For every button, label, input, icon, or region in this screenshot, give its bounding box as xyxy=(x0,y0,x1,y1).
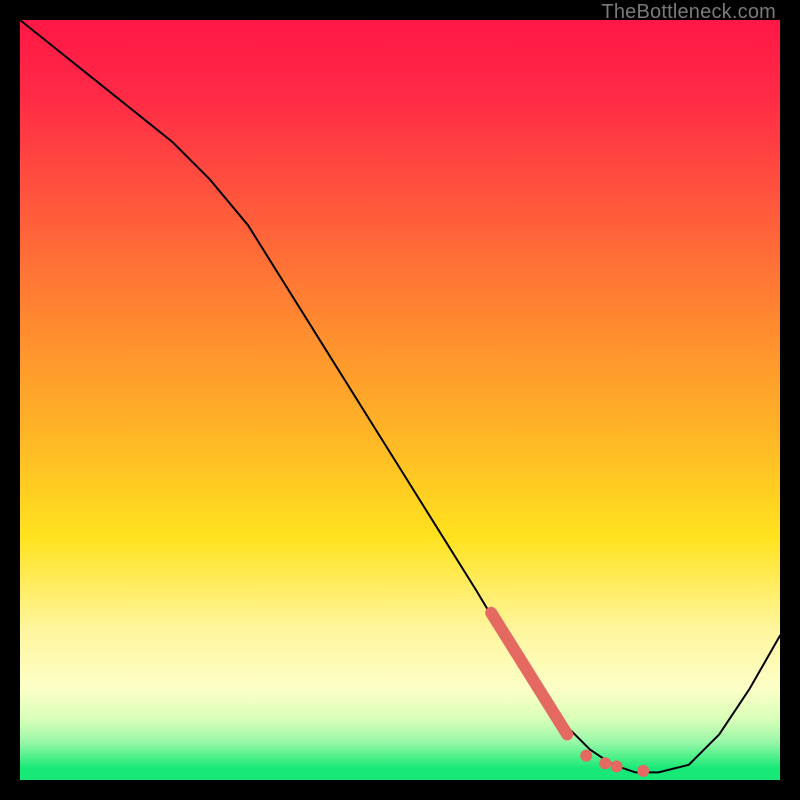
highlight-dots xyxy=(580,750,649,777)
chart-frame: TheBottleneck.com xyxy=(0,0,800,800)
highlight-segment xyxy=(491,613,567,735)
chart-svg xyxy=(20,20,780,780)
bottleneck-curve xyxy=(20,20,780,772)
highlight-dot xyxy=(599,757,611,769)
highlight-dot xyxy=(580,750,592,762)
highlight-dot xyxy=(611,760,623,772)
highlight-dot xyxy=(637,765,649,777)
